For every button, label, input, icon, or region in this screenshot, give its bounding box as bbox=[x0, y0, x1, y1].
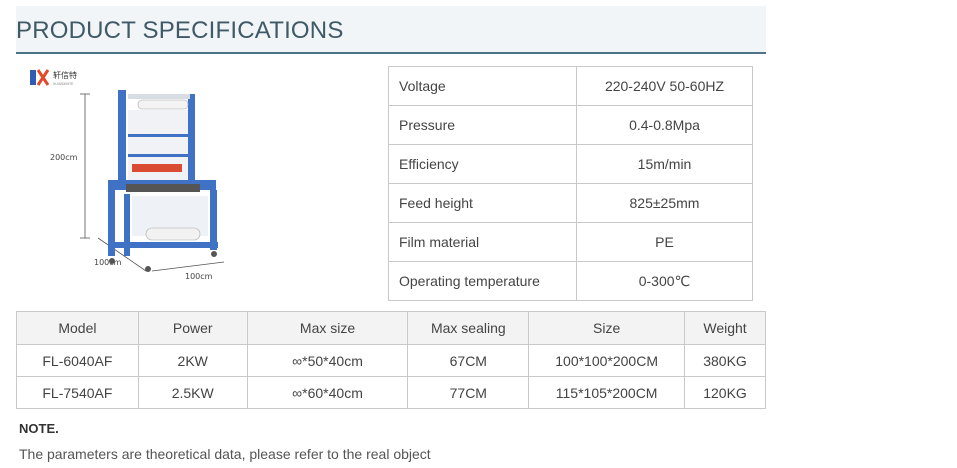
table-cell: FL-7540AF bbox=[16, 376, 139, 409]
spec-value: 825±25mm bbox=[576, 183, 753, 223]
table-cell: 67CM bbox=[407, 344, 530, 377]
spec-label: Pressure bbox=[388, 105, 577, 145]
table-cell: 77CM bbox=[407, 376, 530, 409]
table-cell: 120KG bbox=[684, 376, 766, 409]
spec-table: Voltage 220-240V 50-60HZ Pressure 0.4-0.8Mp… bbox=[388, 66, 753, 301]
spec-label: Operating temperature bbox=[388, 261, 577, 301]
table-cell: FL-6040AF bbox=[16, 344, 139, 377]
spec-row: Voltage 220-240V 50-60HZ bbox=[388, 66, 753, 106]
column-header: Weight bbox=[684, 311, 766, 345]
spec-label: Efficiency bbox=[388, 144, 577, 184]
spec-value: 220-240V 50-60HZ bbox=[576, 66, 753, 106]
dim-width-label: 100cm bbox=[185, 272, 213, 281]
table-row: FL-6040AF 2KW ∞*50*40cm 67CM 100*100*200CM 38… bbox=[16, 344, 766, 377]
spec-row: Operating temperature 0-300℃ bbox=[388, 261, 753, 301]
spec-label: Feed height bbox=[388, 183, 577, 223]
spec-value: PE bbox=[576, 222, 753, 262]
column-header: Model bbox=[16, 311, 139, 345]
table-cell: ∞*50*40cm bbox=[246, 344, 409, 377]
note-text: The parameters are theoretical data, ple… bbox=[19, 446, 431, 462]
table-cell: 115*105*200CM bbox=[528, 376, 686, 409]
section-header: PRODUCT SPECIFICATIONS bbox=[16, 6, 766, 54]
machine-illustration bbox=[108, 90, 218, 272]
brand-logo: 轩信特 XUANXINTE bbox=[30, 69, 77, 86]
spec-row: Efficiency 15m/min bbox=[388, 144, 753, 184]
column-header: Max sealing bbox=[407, 311, 530, 345]
logo-subtext: XUANXINTE bbox=[53, 82, 73, 86]
column-header: Size bbox=[528, 311, 686, 345]
column-header: Power bbox=[137, 311, 248, 345]
spec-value: 0-300℃ bbox=[576, 261, 753, 301]
table-cell: 2.5KW bbox=[137, 376, 248, 409]
dim-height-label: 200cm bbox=[50, 153, 78, 162]
spec-value: 0.4-0.8Mpa bbox=[576, 105, 753, 145]
spec-row: Film material PE bbox=[388, 222, 753, 262]
spec-label: Film material bbox=[388, 222, 577, 262]
spec-value: 15m/min bbox=[576, 144, 753, 184]
models-header-row: Model Power Max size Max sealing Size Weight bbox=[16, 311, 766, 345]
note-title: NOTE. bbox=[19, 421, 59, 436]
logo-text: 轩信特 bbox=[53, 70, 77, 80]
column-header: Max size bbox=[246, 311, 409, 345]
table-cell: 2KW bbox=[137, 344, 248, 377]
table-cell: 100*100*200CM bbox=[528, 344, 686, 377]
table-cell: ∞*60*40cm bbox=[246, 376, 409, 409]
table-row: FL-7540AF 2.5KW ∞*60*40cm 77CM 115*105*200CM… bbox=[16, 376, 766, 409]
spec-row: Feed height 825±25mm bbox=[388, 183, 753, 223]
dim-depth-label: 100cm bbox=[94, 258, 122, 267]
table-cell: 380KG bbox=[684, 344, 766, 377]
product-image: 轩信特 XUANXINTE 200cm 100cm 100cm bbox=[28, 66, 238, 288]
page-title: PRODUCT SPECIFICATIONS bbox=[16, 17, 344, 44]
spec-row: Pressure 0.4-0.8Mpa bbox=[388, 105, 753, 145]
spec-label: Voltage bbox=[388, 66, 577, 106]
models-table: Model Power Max size Max sealing Size Weight … bbox=[16, 311, 766, 409]
